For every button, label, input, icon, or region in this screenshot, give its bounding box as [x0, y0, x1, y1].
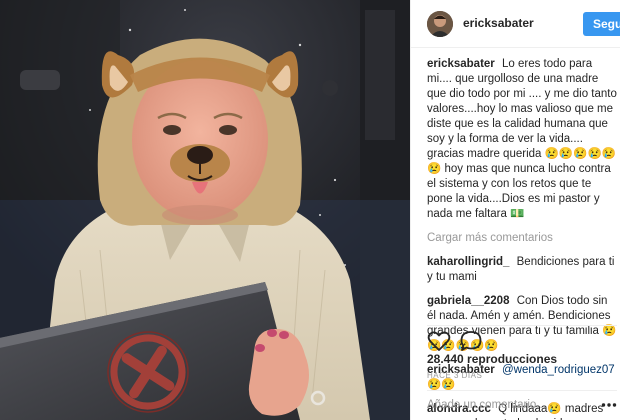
comment-item: kaharollingrid_ Bendiciones para ti y tu…: [427, 255, 619, 285]
post-actions: [427, 330, 507, 354]
follow-button[interactable]: Seguir: [583, 12, 620, 36]
avatar-image: [427, 11, 453, 37]
post-timestamp: HACE 3 DÍAS: [427, 371, 483, 380]
post-side-panel: ericksabater Seguir ericksabater Lo eres…: [410, 0, 620, 420]
divider: [427, 390, 617, 391]
add-comment-input[interactable]: Añade un comentario...: [427, 399, 597, 411]
heart-icon[interactable]: [427, 330, 451, 352]
comment-bubble-icon[interactable]: [459, 330, 483, 352]
divider: [427, 325, 617, 326]
header-username[interactable]: ericksabater: [463, 16, 534, 30]
caption-text: Lo eres todo para mi.... que urgolloso d…: [427, 58, 617, 220]
comment-username[interactable]: gabriela__2208: [427, 295, 509, 307]
video-frame: [0, 0, 410, 420]
post-video[interactable]: [0, 0, 410, 420]
post-header: ericksabater Seguir: [411, 0, 620, 48]
comment-username[interactable]: kaharollingrid_: [427, 256, 509, 268]
load-more-comments-button[interactable]: Cargar más comentarios: [427, 231, 619, 246]
ellipsis-icon[interactable]: [601, 402, 617, 408]
caption-username[interactable]: ericksabater: [427, 58, 495, 70]
view-count: 28.440 reproducciones: [427, 352, 558, 366]
caption: ericksabater Lo eres todo para mi.... qu…: [427, 57, 619, 222]
instagram-post-view: ericksabater Seguir ericksabater Lo eres…: [0, 0, 620, 420]
avatar[interactable]: [427, 11, 453, 37]
